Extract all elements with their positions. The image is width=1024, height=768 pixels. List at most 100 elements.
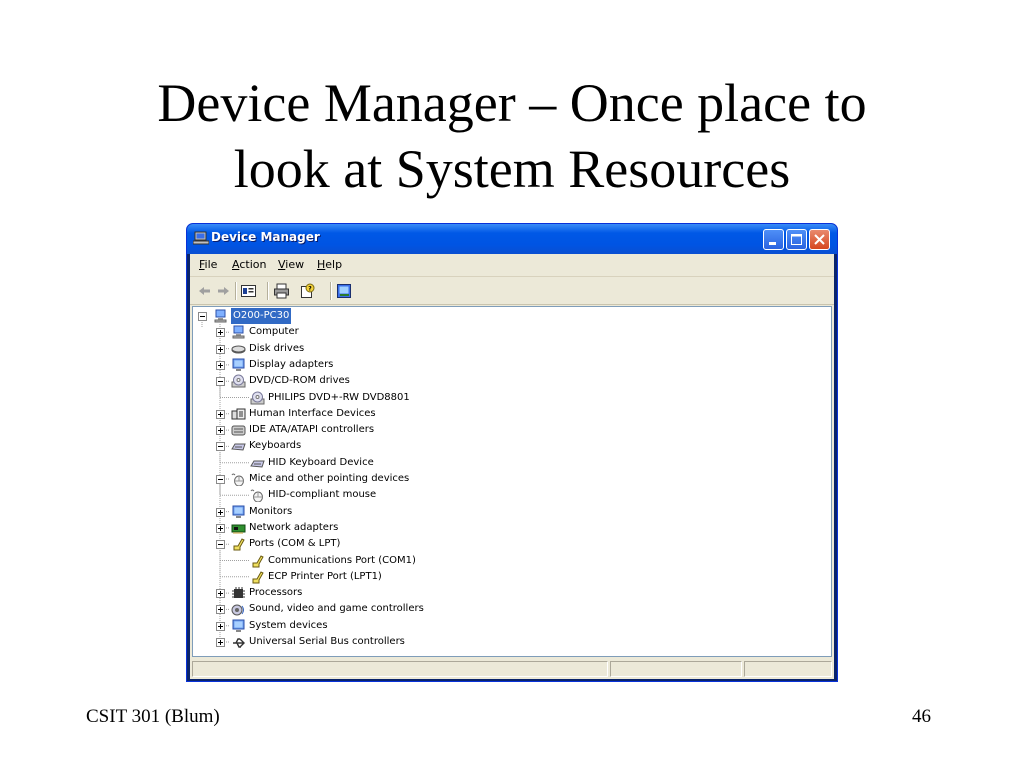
tree-item-label: PHILIPS DVD+-RW DVD8801: [268, 391, 410, 403]
close-icon: [814, 234, 825, 245]
expand-icon[interactable]: [216, 621, 225, 631]
computer-icon: [193, 231, 209, 245]
svg-text:?: ?: [308, 285, 312, 292]
tree-item[interactable]: Disk drives: [193, 341, 823, 357]
computer-icon: [214, 309, 227, 323]
expand-icon[interactable]: [216, 507, 225, 517]
tree-item[interactable]: Universal Serial Bus controllers: [193, 634, 823, 650]
window-titlebar[interactable]: Device Manager: [187, 224, 837, 254]
keyboard-icon: [231, 443, 246, 451]
tree-item[interactable]: HID Keyboard Device: [193, 455, 823, 471]
tree-item[interactable]: System devices: [193, 618, 823, 634]
footer-course: CSIT 301 (Blum): [86, 706, 220, 727]
tree-item[interactable]: Sound, video and game controllers: [193, 601, 823, 617]
tree-item[interactable]: Network adapters: [193, 520, 823, 536]
tree-item-label: HID-compliant mouse: [268, 489, 377, 501]
hid-icon: [231, 408, 246, 420]
tree-item-label: Network adapters: [249, 521, 339, 533]
tree-item[interactable]: Keyboards: [193, 438, 823, 454]
help-icon[interactable]: ?: [299, 283, 316, 299]
tree-item-label: Keyboards: [249, 440, 302, 452]
expand-icon[interactable]: [216, 523, 225, 533]
maximize-button[interactable]: [786, 229, 807, 250]
toolbar-separator: [235, 282, 237, 300]
tree-item-label: Ports (COM & LPT): [249, 538, 341, 550]
tree-item[interactable]: Computer: [193, 324, 823, 340]
port-icon: [233, 538, 245, 551]
back-arrow-icon[interactable]: [196, 283, 213, 299]
tree-item[interactable]: DVD/CD-ROM drives: [193, 373, 823, 389]
tree-item[interactable]: Mice and other pointing devices: [193, 471, 823, 487]
tree-root[interactable]: O200-PC30: [193, 308, 823, 324]
tree-item-label: Communications Port (COM1): [268, 554, 416, 566]
port-icon: [252, 554, 264, 567]
cdrom-icon: [231, 374, 246, 388]
expand-icon[interactable]: [216, 360, 225, 370]
properties-icon[interactable]: [240, 283, 257, 299]
processor-icon: [232, 587, 245, 599]
toolbar-separator: [330, 282, 332, 300]
tree-item-label: Computer: [249, 326, 299, 338]
slide-title: Device Manager – Once place to look at S…: [0, 70, 1024, 202]
tree-item-label: Disk drives: [249, 342, 305, 354]
tree-item[interactable]: Processors: [193, 585, 823, 601]
expand-icon[interactable]: [216, 328, 225, 338]
network-adapter-icon: [231, 524, 246, 534]
tree-item[interactable]: PHILIPS DVD+-RW DVD8801: [193, 390, 823, 406]
minimize-button[interactable]: [763, 229, 784, 250]
collapse-icon[interactable]: [216, 442, 225, 452]
usb-icon: [233, 638, 245, 648]
menu-file[interactable]: File: [199, 258, 217, 271]
expand-icon[interactable]: [216, 344, 225, 354]
slide-title-line-1: Device Manager – Once place to: [157, 73, 867, 133]
disk-drive-icon: [231, 345, 246, 354]
tree-item[interactable]: HID-compliant mouse: [193, 487, 823, 503]
expand-icon[interactable]: [216, 638, 225, 647]
tree-item[interactable]: Communications Port (COM1): [193, 553, 823, 569]
menu-view[interactable]: View: [278, 258, 304, 271]
close-button[interactable]: [809, 229, 830, 250]
forward-arrow-icon[interactable]: [215, 283, 232, 299]
tree-item[interactable]: Ports (COM & LPT): [193, 536, 823, 552]
collapse-icon[interactable]: [216, 475, 225, 484]
maximize-icon: [791, 234, 802, 245]
slide-title-line-2: look at System Resources: [233, 139, 791, 199]
expand-icon[interactable]: [216, 589, 225, 599]
monitor-icon: [232, 505, 245, 518]
tree-item-label: Processors: [249, 587, 303, 599]
sound-icon: [231, 604, 244, 616]
tree-item[interactable]: IDE ATA/ATAPI controllers: [193, 422, 823, 438]
tree-item-label: Display adapters: [249, 358, 334, 370]
status-panel: [192, 661, 608, 677]
collapse-icon[interactable]: [216, 540, 225, 550]
mouse-icon: [250, 489, 263, 503]
status-panel: [610, 661, 742, 677]
tree-root-label: O200-PC30: [231, 308, 292, 324]
tree-item[interactable]: Display adapters: [193, 357, 823, 373]
print-icon[interactable]: [273, 283, 290, 299]
expand-icon[interactable]: [216, 409, 225, 419]
menu-action[interactable]: Action: [232, 258, 266, 271]
page-number: 46: [912, 706, 931, 727]
expand-icon[interactable]: [216, 605, 225, 615]
window-title: Device Manager: [211, 230, 320, 244]
collapse-icon[interactable]: [198, 312, 207, 321]
tree-item-label: Sound, video and game controllers: [249, 603, 424, 615]
tree-item[interactable]: Monitors: [193, 504, 823, 520]
tree-item[interactable]: ECP Printer Port (LPT1): [193, 569, 823, 585]
display-adapter-icon: [232, 358, 245, 371]
mouse-icon: [231, 473, 244, 486]
device-tree[interactable]: O200-PC30 Computer Disk drives Display adap…: [192, 306, 832, 657]
toolbar-separator: [267, 282, 269, 300]
tree-item-label: ECP Printer Port (LPT1): [268, 570, 382, 582]
expand-icon[interactable]: [216, 426, 225, 436]
tree-item[interactable]: Human Interface Devices: [193, 406, 823, 422]
menu-help[interactable]: Help: [317, 258, 342, 271]
scan-hardware-icon[interactable]: [336, 283, 353, 299]
collapse-icon[interactable]: [216, 377, 225, 387]
status-panel: [744, 661, 832, 677]
tree-item-label: Human Interface Devices: [249, 407, 376, 419]
system-device-icon: [232, 619, 245, 632]
status-bar: [190, 659, 834, 679]
port-icon: [252, 571, 264, 584]
